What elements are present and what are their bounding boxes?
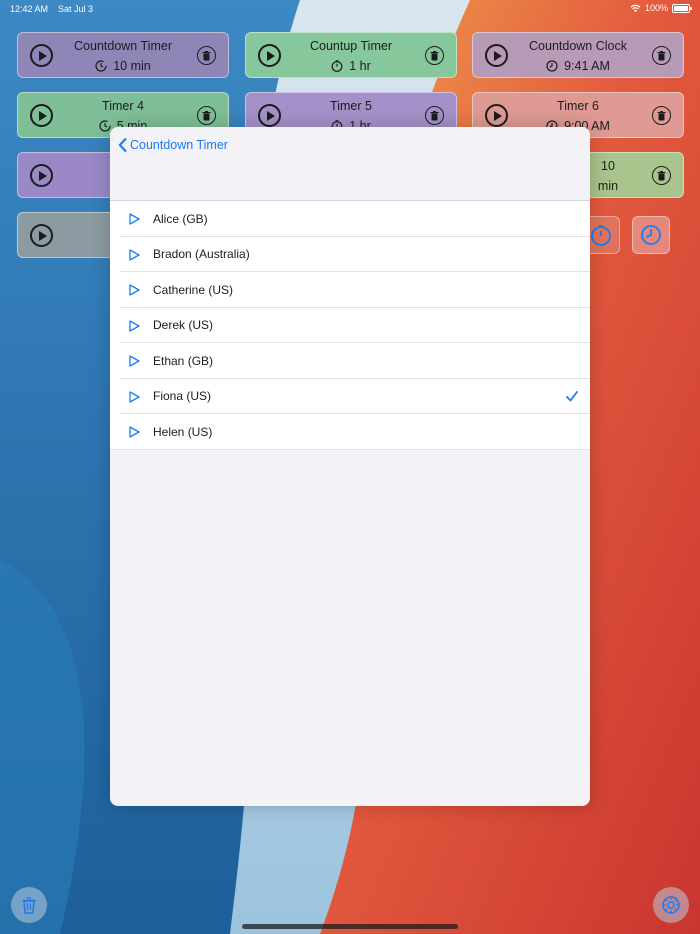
voice-list: Alice (GB) Bradon (Australia) Catherine … (110, 201, 590, 450)
voice-row-selected[interactable]: Fiona (US) (110, 379, 590, 415)
trash-icon[interactable] (425, 106, 444, 125)
countdown-icon (99, 120, 111, 132)
battery-percent: 100% (644, 3, 668, 13)
play-outline-icon[interactable] (129, 426, 140, 438)
trash-icon[interactable] (652, 166, 671, 185)
trash-icon[interactable] (652, 46, 671, 65)
voice-name: Helen (US) (153, 424, 213, 439)
play-icon[interactable] (485, 104, 508, 127)
trash-icon[interactable] (197, 46, 216, 65)
gear-icon (662, 896, 680, 914)
voice-row[interactable]: Ethan (GB) (110, 343, 590, 379)
play-icon[interactable] (258, 104, 281, 127)
voice-row[interactable]: Catherine (US) (110, 272, 590, 308)
timer-title: Countdown Clock (529, 39, 627, 53)
voice-name: Fiona (US) (153, 389, 212, 404)
play-icon[interactable] (30, 44, 53, 67)
timer-subtitle: 1 hr (286, 59, 416, 73)
voice-name: Bradon (Australia) (153, 247, 250, 262)
timer-subtitle-text: min (597, 179, 619, 193)
trash-icon[interactable] (652, 106, 671, 125)
play-icon[interactable] (485, 44, 508, 67)
add-clock-button[interactable] (632, 216, 670, 254)
trash-icon[interactable] (425, 46, 444, 65)
clock-icon (641, 225, 661, 245)
voice-name: Alice (GB) (153, 211, 208, 226)
timer-title: Timer 5 (330, 99, 372, 113)
play-outline-icon[interactable] (129, 248, 140, 261)
voice-row[interactable]: Derek (US) (110, 308, 590, 344)
status-right: 100% (630, 3, 692, 13)
timer-title: Timer 6 (557, 99, 599, 113)
status-time: 12:42 AM (10, 4, 49, 14)
play-outline-icon[interactable] (129, 355, 140, 367)
play-icon[interactable] (30, 164, 53, 187)
settings-button[interactable] (653, 887, 689, 923)
timer-subtitle-text: 10 min (113, 59, 151, 73)
voice-name: Derek (US) (153, 318, 214, 333)
voice-row[interactable]: Bradon (Australia) (110, 237, 590, 273)
battery-icon (672, 3, 692, 13)
voice-row[interactable]: Alice (GB) (110, 201, 590, 237)
stopwatch-icon (331, 60, 343, 72)
voice-picker-sheet: Countdown Timer Alice (GB) Bradon (Austr… (110, 127, 590, 806)
home-indicator[interactable] (242, 924, 458, 929)
clock-icon (546, 60, 558, 72)
countdown-icon (95, 60, 107, 72)
play-outline-icon[interactable] (129, 390, 140, 403)
timer-subtitle-text: 1 hr (349, 59, 371, 73)
trash-icon[interactable] (197, 106, 216, 125)
status-date: Sat Jul 3 (58, 4, 94, 14)
delete-all-button[interactable] (11, 887, 47, 923)
timer-subtitle-text: 9:41 AM (564, 59, 610, 73)
voice-row[interactable]: Helen (US) (110, 414, 590, 450)
voice-name: Ethan (GB) (153, 353, 214, 368)
stopwatch-icon (591, 225, 611, 246)
chevron-left-icon (118, 138, 127, 152)
timer-tile[interactable]: Countup Timer 1 hr (245, 32, 457, 78)
checkmark-icon (566, 390, 578, 401)
timer-tile[interactable]: Countdown Timer 10 min (17, 32, 229, 78)
timer-subtitle: 10 min (58, 59, 188, 73)
status-bar: 12:42 AM Sat Jul 3 100% (0, 0, 700, 18)
play-outline-icon[interactable] (129, 284, 140, 296)
trash-icon (22, 896, 36, 914)
play-icon[interactable] (30, 104, 53, 127)
voice-name: Catherine (US) (153, 282, 234, 297)
back-button-label: Countdown Timer (130, 138, 228, 152)
timer-title: Countup Timer (310, 39, 392, 53)
play-icon[interactable] (258, 44, 281, 67)
navigation-bar: Countdown Timer (110, 127, 590, 201)
play-icon[interactable] (30, 224, 53, 247)
back-button[interactable]: Countdown Timer (118, 138, 228, 152)
timer-subtitle: 9:41 AM (513, 59, 643, 73)
timer-title: Timer 4 (102, 99, 144, 113)
timer-tile[interactable]: Countdown Clock 9:41 AM (472, 32, 684, 78)
wifi-icon (630, 4, 641, 12)
play-outline-icon[interactable] (129, 319, 140, 332)
timer-title: Countdown Timer (74, 39, 172, 53)
play-outline-icon[interactable] (129, 213, 140, 225)
